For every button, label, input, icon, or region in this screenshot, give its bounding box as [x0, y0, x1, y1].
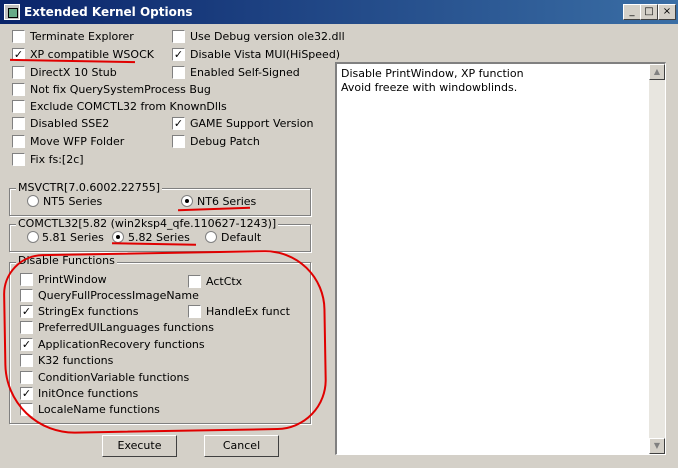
- cancel-button[interactable]: Cancel: [204, 435, 279, 457]
- scroll-up-icon[interactable]: ▲: [649, 64, 665, 80]
- option-label: Enabled Self-Signed: [190, 66, 300, 79]
- not-fix-query-checkbox[interactable]: [12, 83, 25, 96]
- option-label: Disabled SSE2: [30, 117, 110, 130]
- option-label: Move WFP Folder: [30, 135, 125, 148]
- exclude-comctl32-checkbox[interactable]: [12, 100, 25, 113]
- memo-line: Disable PrintWindow, XP function: [341, 67, 524, 80]
- memo-text: Disable PrintWindow, XP function Avoid f…: [341, 67, 524, 95]
- close-button[interactable]: ×: [658, 4, 676, 20]
- option-label: Disable Vista MUI(HiSpeed): [190, 48, 341, 61]
- app-icon: [4, 4, 20, 20]
- minimize-button[interactable]: _: [623, 4, 641, 20]
- vertical-scrollbar[interactable]: ▲ ▼: [649, 64, 665, 454]
- comctl-default-radio[interactable]: [205, 231, 217, 243]
- msvctr-group-title: MSVCTR[7.0.6002.22755]: [16, 181, 163, 194]
- radio-label: 5.81 Series: [42, 231, 104, 244]
- move-wfp-checkbox[interactable]: [12, 135, 25, 148]
- terminate-explorer-checkbox[interactable]: [12, 30, 25, 43]
- check-mark-icon: ✓: [173, 117, 184, 130]
- option-label: Not fix QuerySystemProcess Bug: [30, 83, 211, 96]
- disable-vista-mui-checkbox[interactable]: ✓: [172, 48, 185, 61]
- comctl-582-radio[interactable]: [112, 231, 124, 243]
- memo-line: Avoid freeze with windowblinds.: [341, 81, 518, 94]
- option-label: DirectX 10 Stub: [30, 66, 117, 79]
- window-title: Extended Kernel Options: [24, 5, 193, 19]
- debug-patch-checkbox[interactable]: [172, 135, 185, 148]
- check-mark-icon: ✓: [173, 48, 184, 61]
- debug-ole32-checkbox[interactable]: [172, 30, 185, 43]
- maximize-button[interactable]: □: [640, 4, 658, 20]
- comctl32-group-title: COMCTL32[5.82 (win2ksp4_qfe.110627-1243)…: [16, 217, 279, 230]
- nt5-series-radio[interactable]: [27, 195, 39, 207]
- option-label: GAME Support Version: [190, 117, 314, 130]
- option-label: Use Debug version ole32.dll: [190, 30, 345, 43]
- radio-label: NT5 Series: [43, 195, 103, 208]
- enabled-self-signed-checkbox[interactable]: [172, 66, 185, 79]
- fix-fs-checkbox[interactable]: [12, 153, 25, 166]
- title-bar: Extended Kernel Options _ □ ×: [0, 0, 678, 24]
- option-label: Debug Patch: [190, 135, 260, 148]
- scroll-down-icon[interactable]: ▼: [649, 438, 665, 454]
- radio-label: Default: [221, 231, 262, 244]
- disabled-sse2-checkbox[interactable]: [12, 117, 25, 130]
- nt6-series-radio[interactable]: [181, 195, 193, 207]
- option-label: Fix fs:[2c]: [30, 153, 84, 166]
- description-memo[interactable]: Disable PrintWindow, XP function Avoid f…: [335, 62, 666, 455]
- annotation-circle: [2, 249, 328, 435]
- option-label: Terminate Explorer: [30, 30, 134, 43]
- execute-button[interactable]: Execute: [102, 435, 177, 457]
- option-label: Exclude COMCTL32 from KnownDlls: [30, 100, 227, 113]
- directx10-stub-checkbox[interactable]: [12, 66, 25, 79]
- comctl-581-radio[interactable]: [27, 231, 39, 243]
- game-support-checkbox[interactable]: ✓: [172, 117, 185, 130]
